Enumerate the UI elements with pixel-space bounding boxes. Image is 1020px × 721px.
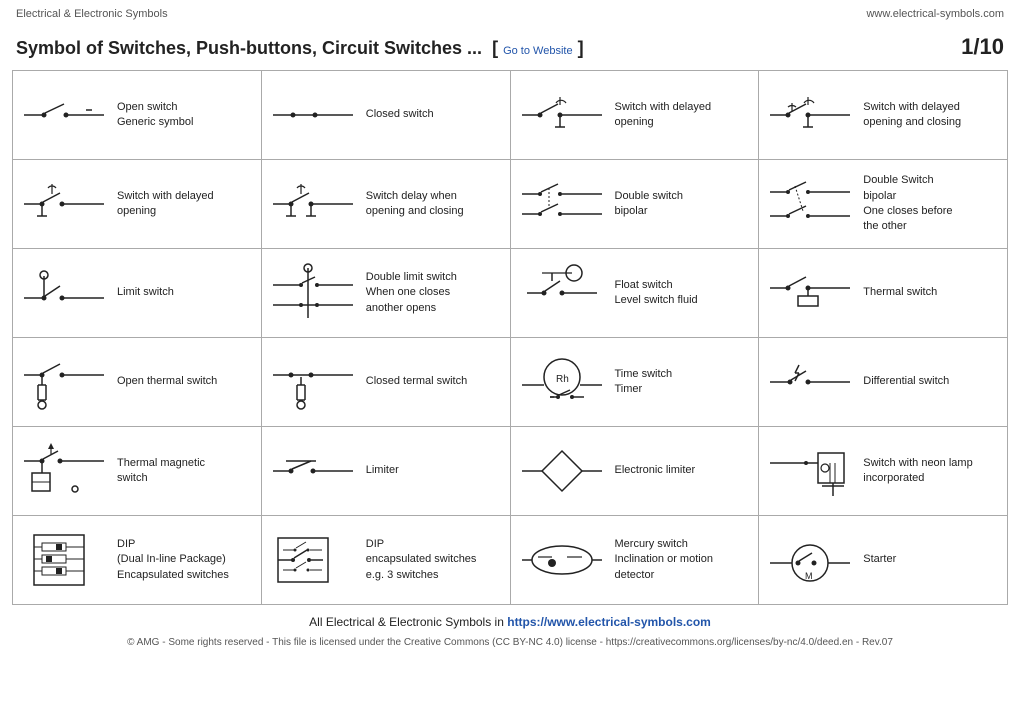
footer-copyright: © AMG - Some rights reserved - This file… <box>0 633 1020 656</box>
time-switch-label: Time switchTimer <box>615 367 673 398</box>
limiter-icon <box>268 456 358 486</box>
closed-switch-icon <box>268 100 358 130</box>
switch-delayed-opening-2-icon <box>19 179 109 229</box>
cell-mercury-switch: Mercury switchInclination or motiondetec… <box>511 516 760 604</box>
cell-closed-switch: Closed switch <box>262 71 511 159</box>
cell-thermal-magnetic-switch: Thermal magneticswitch <box>13 427 262 515</box>
cell-dip-3switches: DIPencapsulated switchese.g. 3 switches <box>262 516 511 604</box>
cell-switch-delayed-opening-2: Switch with delayedopening <box>13 160 262 248</box>
footer-link-section: All Electrical & Electronic Symbols in h… <box>0 605 1020 633</box>
cell-thermal-switch: Thermal switch <box>759 249 1007 337</box>
svg-text:Rh: Rh <box>556 374 569 385</box>
double-limit-switch-label: Double limit switchWhen one closesanothe… <box>366 270 457 316</box>
thermal-magnetic-switch-icon <box>19 441 109 501</box>
switch-delay-open-close-icon <box>268 179 358 229</box>
double-switch-bipolar2-icon <box>765 174 855 234</box>
closed-thermal-switch-label: Closed termal switch <box>366 374 467 389</box>
double-limit-switch-icon <box>268 263 358 323</box>
cell-double-switch-bipolar2: Double SwitchbipolarOne closes beforethe… <box>759 160 1007 248</box>
site-name: Electrical & Electronic Symbols <box>16 8 168 20</box>
float-switch-label: Float switchLevel switch fluid <box>615 278 698 309</box>
switch-neon-lamp-label: Switch with neon lampincorporated <box>863 456 972 487</box>
switch-delayed-opening-1-icon <box>517 95 607 135</box>
mercury-switch-icon <box>517 535 607 585</box>
differential-switch-label: Differential switch <box>863 374 949 389</box>
page-number: 1/10 <box>961 34 1004 60</box>
cell-differential-switch: Differential switch <box>759 338 1007 426</box>
cell-limiter: Limiter <box>262 427 511 515</box>
open-thermal-switch-label: Open thermal switch <box>117 374 217 389</box>
grid-row-2: Switch with delayedopening Swit <box>13 160 1007 249</box>
differential-switch-icon <box>765 357 855 407</box>
cell-float-switch: Float switchLevel switch fluid <box>511 249 760 337</box>
go-to-website-link[interactable]: Go to Website <box>503 45 573 57</box>
switch-delayed-open-close-label: Switch with delayedopening and closing <box>863 100 961 131</box>
symbols-grid: Open switchGeneric symbol Closed switch <box>12 70 1008 605</box>
cell-time-switch: Rh Time switchTimer <box>511 338 760 426</box>
page-title: Symbol of Switches, Push-buttons, Circui… <box>16 38 584 59</box>
double-switch-bipolar2-label: Double SwitchbipolarOne closes beforethe… <box>863 173 952 235</box>
footer-url-link[interactable]: https://www.electrical-symbols.com <box>507 615 711 629</box>
open-thermal-switch-icon <box>19 355 109 410</box>
switch-neon-lamp-icon <box>765 441 855 501</box>
cell-closed-thermal-switch: Closed termal switch <box>262 338 511 426</box>
time-switch-icon: Rh <box>517 355 607 410</box>
cell-open-thermal-switch: Open thermal switch <box>13 338 262 426</box>
double-switch-bipolar-icon <box>517 179 607 229</box>
starter-icon: M <box>765 533 855 588</box>
thermal-switch-label: Thermal switch <box>863 285 937 300</box>
limit-switch-label: Limit switch <box>117 285 174 300</box>
open-switch-label: Open switchGeneric symbol <box>117 100 193 131</box>
thermal-magnetic-switch-label: Thermal magneticswitch <box>117 456 205 487</box>
cell-open-switch: Open switchGeneric symbol <box>13 71 262 159</box>
switch-delayed-open-close-icon <box>765 95 855 135</box>
cell-electronic-limiter: Electronic limiter <box>511 427 760 515</box>
cell-double-limit-switch: Double limit switchWhen one closesanothe… <box>262 249 511 337</box>
site-url: www.electrical-symbols.com <box>866 8 1004 20</box>
cell-limit-switch: Limit switch <box>13 249 262 337</box>
cell-dip-encapsulated: DIP(Dual In-line Package)Encapsulated sw… <box>13 516 262 604</box>
open-switch-icon <box>19 100 109 130</box>
grid-row-3: Limit switch <box>13 249 1007 338</box>
dip-3switches-icon <box>268 530 358 590</box>
grid-row-4: Open thermal switch <box>13 338 1007 427</box>
cell-switch-neon-lamp: Switch with neon lampincorporated <box>759 427 1007 515</box>
starter-label: Starter <box>863 552 896 567</box>
double-switch-bipolar-label: Double switchbipolar <box>615 189 683 220</box>
footer-text: All Electrical & Electronic Symbols in <box>309 615 507 629</box>
dip-encapsulated-icon <box>19 530 109 590</box>
svg-text:M: M <box>805 571 813 581</box>
switch-delay-open-close-label: Switch delay whenopening and closing <box>366 189 464 220</box>
dip-encapsulated-label: DIP(Dual In-line Package)Encapsulated sw… <box>117 537 229 583</box>
grid-row-1: Open switchGeneric symbol Closed switch <box>13 71 1007 160</box>
cell-starter: M Starter <box>759 516 1007 604</box>
closed-switch-label: Closed switch <box>366 107 434 122</box>
cell-switch-delayed-opening-1: Switch with delayedopening <box>511 71 760 159</box>
electronic-limiter-icon <box>517 441 607 501</box>
closed-thermal-switch-icon <box>268 355 358 410</box>
limiter-label: Limiter <box>366 463 399 478</box>
switch-delayed-opening-2-label: Switch with delayedopening <box>117 189 214 220</box>
limit-switch-icon <box>19 268 109 318</box>
cell-double-switch-bipolar: Double switchbipolar <box>511 160 760 248</box>
mercury-switch-label: Mercury switchInclination or motiondetec… <box>615 537 713 583</box>
cell-switch-delayed-open-close: Switch with delayedopening and closing <box>759 71 1007 159</box>
thermal-switch-icon <box>765 268 855 318</box>
dip-3switches-label: DIPencapsulated switchese.g. 3 switches <box>366 537 477 583</box>
grid-row-6: DIP(Dual In-line Package)Encapsulated sw… <box>13 516 1007 604</box>
float-switch-icon <box>517 263 607 323</box>
cell-switch-delay-open-close: Switch delay whenopening and closing <box>262 160 511 248</box>
electronic-limiter-label: Electronic limiter <box>615 463 696 478</box>
grid-row-5: Thermal magneticswitch Limiter <box>13 427 1007 516</box>
switch-delayed-opening-1-label: Switch with delayedopening <box>615 100 712 131</box>
